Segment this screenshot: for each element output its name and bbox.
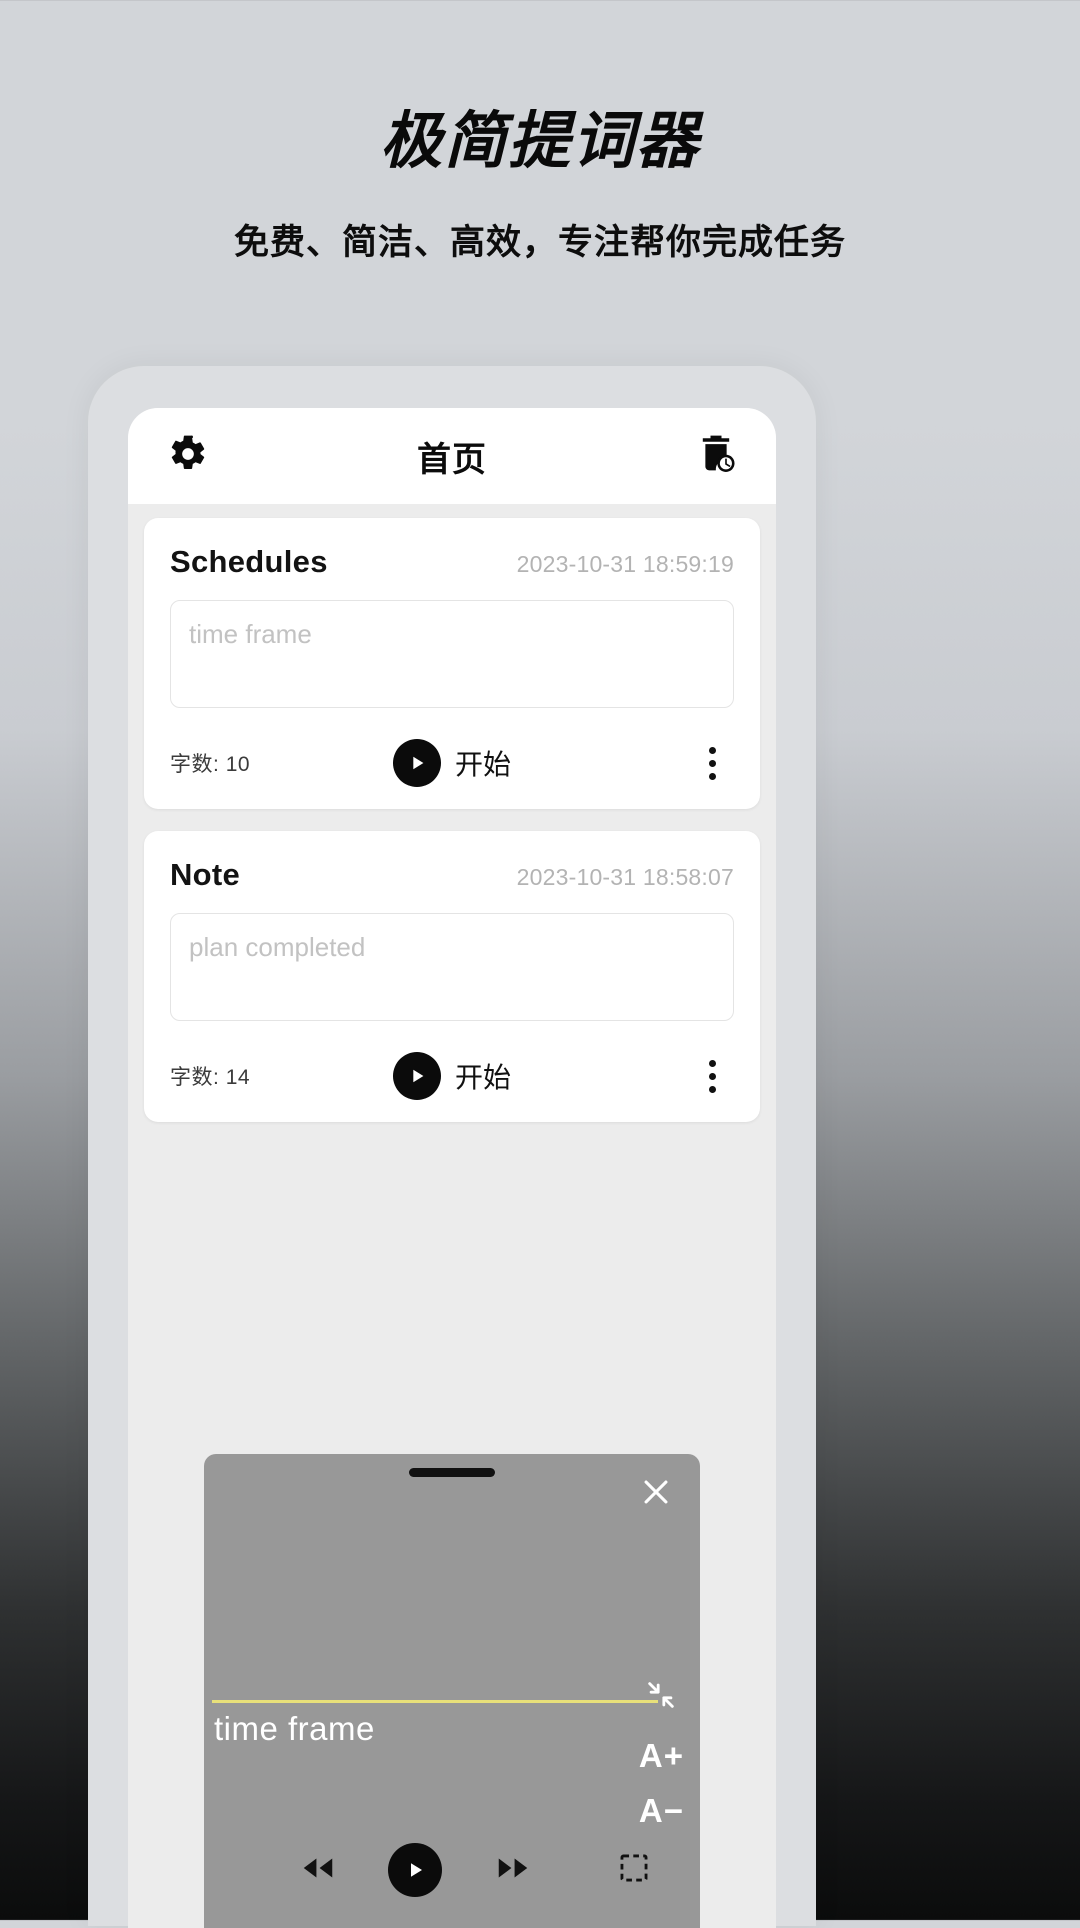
playback-controls <box>204 1840 700 1900</box>
card-header: Note 2023-10-31 18:58:07 <box>170 857 734 893</box>
play-pause-button[interactable] <box>385 1840 445 1900</box>
settings-button[interactable] <box>162 430 214 482</box>
play-icon <box>392 739 441 787</box>
rewind-icon <box>299 1849 337 1892</box>
more-options-button[interactable] <box>690 741 734 785</box>
start-label: 开始 <box>454 749 512 780</box>
word-count: 字数: 10 <box>170 748 250 778</box>
fast-forward-button[interactable] <box>483 1840 543 1900</box>
page-title: 极简提词器 <box>379 108 700 176</box>
list-item[interactable]: Note 2023-10-31 18:58:07 字数: 14 开始 <box>144 831 760 1122</box>
play-icon <box>388 1843 443 1897</box>
kebab-dot <box>708 1085 716 1093</box>
word-count: 字数: 14 <box>170 1061 250 1091</box>
kebab-dot <box>708 759 716 767</box>
rewind-button[interactable] <box>288 1840 348 1900</box>
app-bar-title: 首页 <box>417 440 487 479</box>
close-button[interactable] <box>634 1472 678 1516</box>
kebab-dot <box>708 1059 716 1067</box>
word-count-label: 字数: <box>170 753 220 776</box>
more-options-button[interactable] <box>690 1054 734 1098</box>
promo-header: 极简提词器 免费、简洁、高效，专注帮你完成任务 <box>0 0 1080 265</box>
script-input[interactable] <box>170 600 734 708</box>
card-footer: 字数: 14 开始 <box>170 1048 734 1104</box>
word-count-value: 14 <box>225 1066 251 1089</box>
close-icon <box>639 1475 673 1514</box>
word-count-value: 10 <box>225 753 251 776</box>
start-button[interactable]: 开始 <box>392 1052 512 1100</box>
reading-marker-line <box>212 1700 658 1703</box>
recycle-bin-button[interactable] <box>690 430 742 482</box>
teleprompter-script: time frame <box>214 1710 375 1747</box>
kebab-dot <box>708 1072 716 1080</box>
card-footer: 字数: 10 开始 <box>170 735 734 791</box>
schedule-list: Schedules 2023-10-31 18:59:19 字数: 10 开始 <box>128 504 776 1122</box>
start-label: 开始 <box>454 1062 512 1093</box>
list-item[interactable]: Schedules 2023-10-31 18:59:19 字数: 10 开始 <box>144 518 760 809</box>
region-select-button[interactable] <box>604 1840 664 1900</box>
play-icon <box>392 1052 441 1100</box>
gear-icon <box>168 434 208 479</box>
phone-frame: 首页 Schedules 2023-10-31 18:59:19 time fr… <box>88 366 816 1928</box>
trash-clock-icon <box>694 432 738 481</box>
kebab-dot <box>708 746 716 754</box>
card-title: Schedules <box>170 544 328 579</box>
font-increase-button[interactable]: A+ <box>639 1739 684 1772</box>
kebab-dot <box>708 772 716 780</box>
shrink-button[interactable] <box>644 1678 678 1717</box>
app-bar: 首页 <box>128 408 776 504</box>
phone-screen: 首页 Schedules 2023-10-31 18:59:19 time fr… <box>128 408 776 1928</box>
drag-handle[interactable] <box>409 1468 495 1477</box>
word-count-label: 字数: <box>170 1066 220 1089</box>
card-header: Schedules 2023-10-31 18:59:19 <box>170 544 734 580</box>
region-select-icon <box>617 1851 651 1890</box>
page-subtitle: 免费、简洁、高效，专注帮你完成任务 <box>233 223 846 263</box>
font-decrease-button[interactable]: A− <box>639 1794 684 1827</box>
card-timestamp: 2023-10-31 18:58:07 <box>516 864 734 890</box>
start-button[interactable]: 开始 <box>392 739 512 787</box>
card-timestamp: 2023-10-31 18:59:19 <box>516 551 734 577</box>
teleprompter-sheet: A+ A− time frame <box>204 1454 700 1928</box>
card-title: Note <box>170 857 241 892</box>
script-input[interactable] <box>170 913 734 1021</box>
fast-forward-icon <box>494 1849 532 1892</box>
